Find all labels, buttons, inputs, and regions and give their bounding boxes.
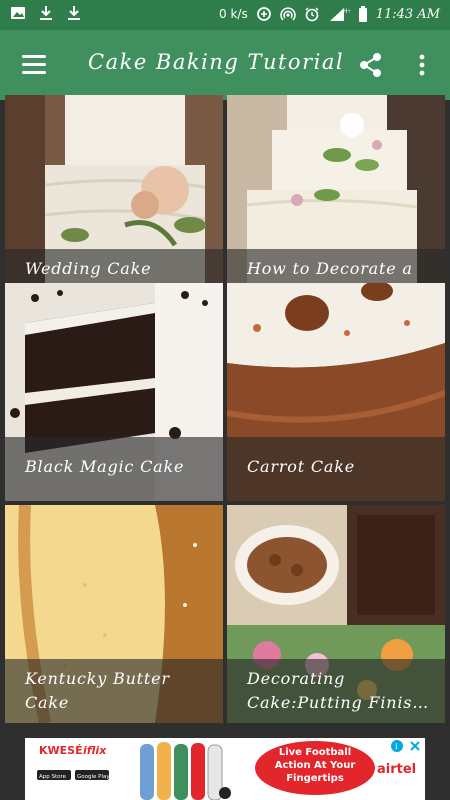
data-saver-icon bbox=[256, 7, 271, 21]
tutorial-card-carrot-cake[interactable]: Carrot Cake bbox=[227, 283, 445, 501]
tile-label: Carrot Cake bbox=[227, 437, 445, 501]
overflow-menu-button[interactable] bbox=[412, 50, 432, 80]
tutorial-card-decorate-wedding-cake[interactable]: How to Decorate a Wedding Cake bbox=[227, 95, 445, 313]
menu-icon bbox=[18, 55, 50, 74]
tutorial-card-wedding-cake-frosting[interactable]: Wedding Cake Frosting bbox=[5, 95, 223, 313]
menu-button[interactable] bbox=[18, 50, 50, 80]
app-bar: Cake Baking Tutorial bbox=[0, 30, 450, 100]
ad-headline: Live Football Action At Your Fingertips bbox=[274, 747, 356, 784]
ad-brand-airtel: airtel bbox=[377, 762, 416, 777]
clock: 11:43 AM bbox=[375, 6, 440, 22]
network-speed: 0 k/s bbox=[219, 7, 248, 21]
share-button[interactable] bbox=[356, 50, 386, 80]
more-vert-icon bbox=[419, 54, 425, 76]
tile-label: Kentucky Butter Cake bbox=[5, 659, 223, 723]
tutorial-card-black-magic-cake[interactable]: Black Magic Cake bbox=[5, 283, 223, 501]
system-icons: 0 k/s H+ 11:43 AM bbox=[219, 6, 440, 22]
tile-label: Black Magic Cake bbox=[5, 437, 223, 501]
alarm-icon bbox=[305, 7, 319, 22]
hotspot-icon bbox=[280, 7, 296, 21]
ad-creative: KWESÉ iflix App Store Google Play Live F… bbox=[25, 738, 425, 800]
download-icon bbox=[68, 6, 80, 20]
ad-info-icon[interactable]: i bbox=[395, 742, 398, 751]
ad-google-play-badge: Google Play bbox=[77, 774, 110, 780]
notification-icons bbox=[10, 5, 82, 21]
signal-icon: H+ bbox=[329, 8, 350, 21]
network-type: H+ bbox=[343, 8, 350, 15]
tile-label: Decorating Cake:Putting Finis… bbox=[227, 659, 445, 723]
ad-brand-kwese: KWESÉ bbox=[39, 744, 83, 757]
image-icon bbox=[11, 7, 25, 19]
share-icon bbox=[360, 53, 381, 77]
ad-banner[interactable]: KWESÉ iflix App Store Google Play Live F… bbox=[25, 738, 425, 800]
status-bar: 0 k/s H+ 11:43 AM bbox=[0, 0, 450, 30]
ad-app-store-badge: App Store bbox=[39, 774, 67, 780]
tutorial-card-decorating-cake-putting-finish[interactable]: Decorating Cake:Putting Finis… bbox=[227, 505, 445, 723]
tutorial-card-kentucky-butter-cake[interactable]: Kentucky Butter Cake bbox=[5, 505, 223, 723]
app-title: Cake Baking Tutorial bbox=[88, 50, 345, 74]
download-icon bbox=[40, 6, 52, 20]
tutorial-grid: Wedding Cake Frosting How to Decorate a … bbox=[0, 95, 450, 730]
battery-icon bbox=[358, 6, 367, 22]
ad-brand-iflix: iflix bbox=[83, 744, 107, 757]
